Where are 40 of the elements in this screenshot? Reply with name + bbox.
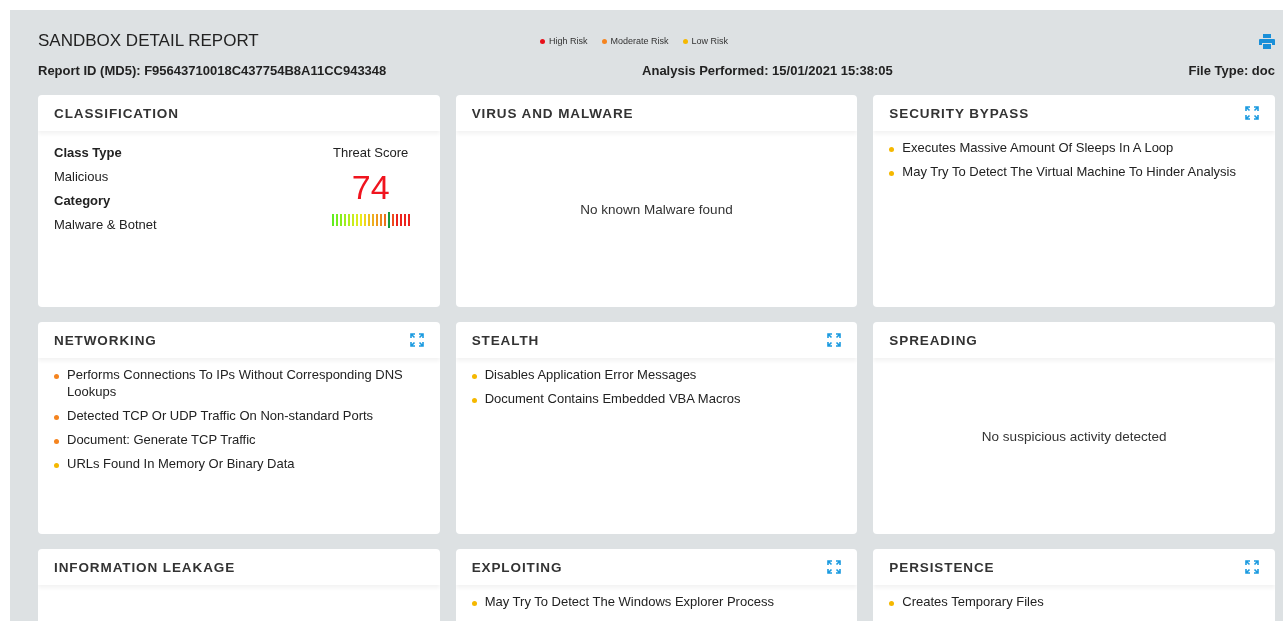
card-title: PERSISTENCE — [889, 559, 995, 575]
expand-icon[interactable] — [1245, 106, 1259, 120]
finding-text: Creates Temporary Files — [902, 593, 1044, 610]
finding-text: Document: Generate TCP Traffic — [67, 431, 256, 448]
finding-text: May Try To Detect The Virtual Machine To Hinder Analysis — [902, 163, 1236, 180]
card-title: INFORMATION LEAKAGE — [54, 559, 236, 575]
empty-message: No suspicious activity detected — [981, 428, 1167, 444]
card-title: SPREADING — [889, 332, 978, 348]
report-title: SANDBOX DETAIL REPORT — [38, 31, 259, 51]
finding-text: URLs Found In Memory Or Binary Data — [67, 455, 295, 472]
finding-text: Executes Massive Amount Of Sleeps In A Loop — [902, 139, 1174, 156]
expand-icon[interactable] — [827, 560, 842, 574]
field-label: Class Type — [54, 144, 123, 162]
report-id: Report ID (MD5): F95643710018C437754B8A11CC943348 — [38, 62, 387, 78]
card-title: EXPLOITING — [471, 559, 563, 575]
threat-score: 74 — [351, 167, 390, 207]
legend-label: Low Risk — [691, 36, 729, 46]
legend-label: Moderate Risk — [610, 36, 669, 46]
finding-text: Disables Application Error Messages — [484, 366, 697, 383]
file-type: File Type: doc — [1188, 62, 1275, 78]
print-icon[interactable] — [1259, 33, 1275, 49]
field-value: Malware & Botnet — [54, 216, 157, 234]
finding-text: Performs Connections To IPs Without Corresponding DNS Lookups — [67, 366, 404, 400]
analysis-time: Analysis Performed: 15/01/2021 15:38:05 — [642, 62, 893, 78]
card-title: SECURITY BYPASS — [889, 105, 1030, 121]
field-value: Malicious — [54, 168, 110, 186]
expand-icon[interactable] — [827, 333, 842, 347]
finding-text: Detected TCP Or UDP Traffic On Non-standard Ports — [67, 407, 374, 424]
card-title: CLASSIFICATION — [54, 105, 179, 121]
expand-icon[interactable] — [1245, 560, 1259, 574]
field-label: Category — [54, 192, 112, 210]
finding-text: Document Contains Embedded VBA Macros — [484, 390, 741, 407]
expand-icon[interactable] — [409, 333, 424, 347]
card-title: VIRUS AND MALWARE — [471, 105, 634, 121]
card-title: NETWORKING — [54, 332, 157, 348]
card-title: STEALTH — [471, 332, 540, 348]
score-label: Threat Score — [333, 144, 409, 162]
empty-message: No known Malware found — [580, 201, 733, 217]
finding-text: May Try To Detect The Windows Explorer Process — [484, 593, 774, 610]
legend-label: High Risk — [549, 36, 588, 46]
